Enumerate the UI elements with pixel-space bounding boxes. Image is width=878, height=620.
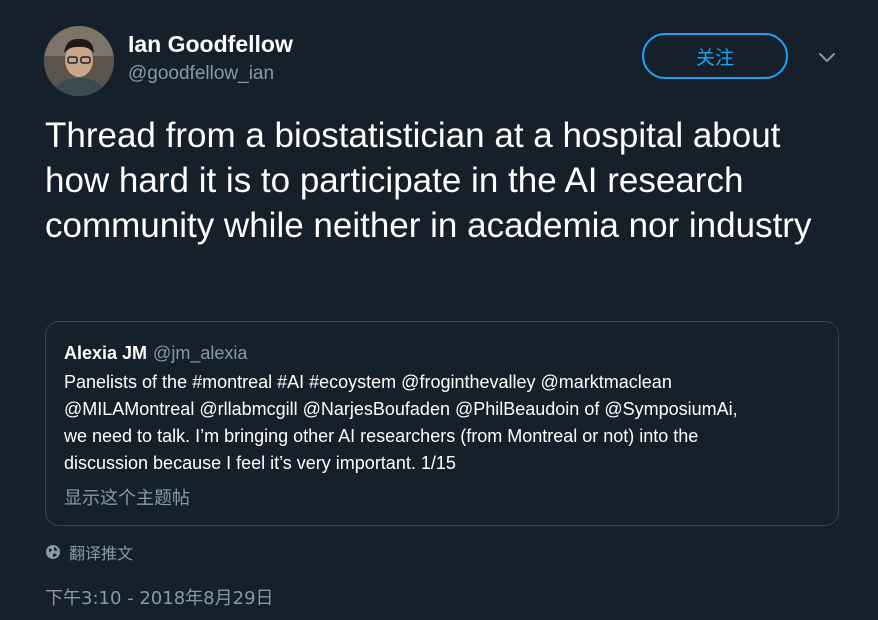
author-avatar[interactable] bbox=[44, 26, 114, 96]
tweet-text: Thread from a biostatistician at a hospi… bbox=[45, 116, 812, 245]
avatar-image bbox=[44, 26, 114, 96]
translate-tweet-link[interactable]: 翻译推文 bbox=[45, 540, 133, 564]
tweet-timestamp[interactable]: 下午3:10 - 2018年8月29日 bbox=[45, 584, 274, 610]
chevron-down-icon[interactable] bbox=[815, 50, 839, 66]
quoted-tweet-line: Panelists of the #montreal #AI #ecoystem… bbox=[64, 372, 672, 392]
show-thread-link[interactable]: 显示这个主题帖 bbox=[64, 484, 190, 510]
quoted-tweet-line: @MILAMontreal @rllabmcgill @NarjesBoufad… bbox=[64, 399, 738, 419]
translate-label: 翻译推文 bbox=[69, 544, 134, 563]
quoted-author-name: Alexia JM bbox=[64, 343, 148, 363]
quoted-tweet-line: we need to talk. I’m bringing other AI r… bbox=[64, 426, 699, 446]
follow-button[interactable]: 关注 bbox=[642, 33, 788, 79]
quoted-tweet-text: Panelists of the #montreal #AI #ecoystem… bbox=[64, 369, 824, 477]
quoted-tweet[interactable]: Alexia JM @jm_alexia Panelists of the #mo… bbox=[45, 321, 839, 526]
author-display-name[interactable]: Ian Goodfellow bbox=[128, 31, 293, 58]
globe-icon bbox=[46, 545, 60, 559]
quoted-tweet-header: Alexia JM @jm_alexia bbox=[64, 343, 247, 364]
quoted-author-handle: @jm_alexia bbox=[153, 343, 248, 363]
author-handle[interactable]: @goodfellow_ian bbox=[128, 63, 274, 85]
quoted-tweet-line: discussion because I feel it’s very impo… bbox=[64, 453, 456, 473]
tweet-card: Ian Goodfellow @goodfellow_ian 关注 Thread… bbox=[0, 0, 878, 620]
